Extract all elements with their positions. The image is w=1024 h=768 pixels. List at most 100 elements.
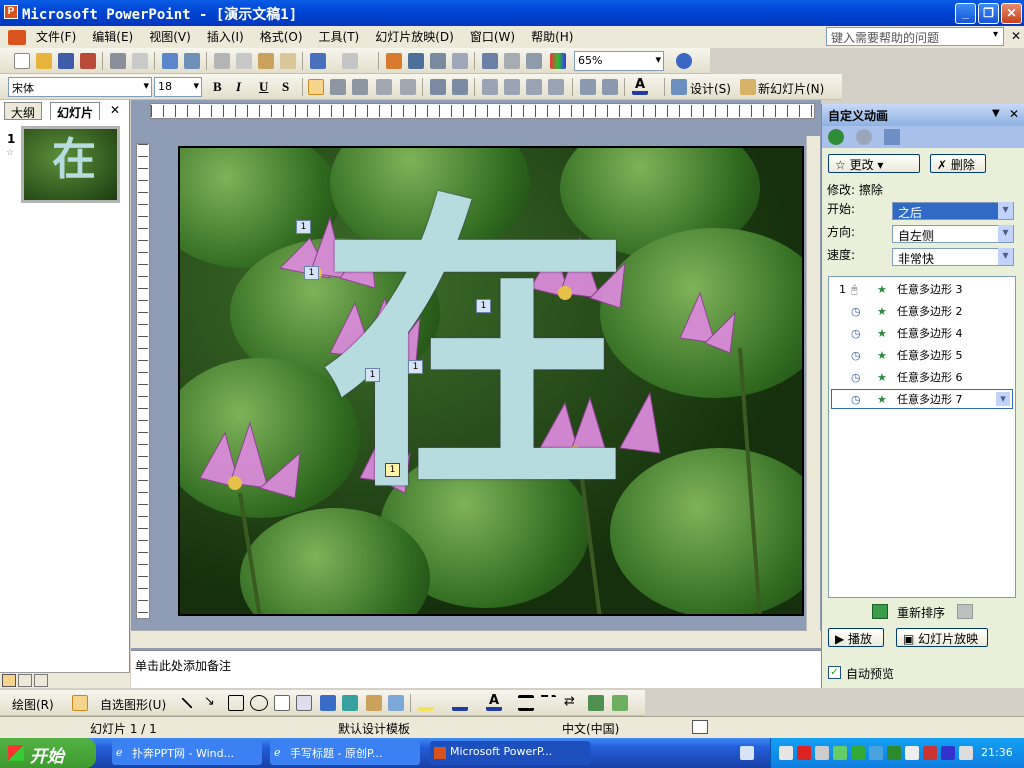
- move-down-icon[interactable]: [957, 604, 973, 619]
- save-icon[interactable]: [58, 53, 74, 69]
- animation-item[interactable]: ◷ ★ 任意多边形 5: [831, 346, 1013, 366]
- vertical-scrollbar[interactable]: [806, 136, 820, 631]
- menu-slideshow[interactable]: 幻灯片放映(D): [375, 27, 454, 47]
- help-icon[interactable]: [676, 53, 692, 69]
- tray-icon-messenger[interactable]: [851, 746, 865, 760]
- line-color-icon[interactable]: [452, 695, 468, 711]
- design-button[interactable]: 设计(S): [690, 80, 731, 97]
- vertical-textbox-icon[interactable]: [296, 695, 312, 711]
- taskbar-item-browser-2[interactable]: ℯ 手写标题 - 原创P...: [270, 741, 420, 765]
- font-select[interactable]: 宋体: [8, 77, 152, 97]
- line-style-icon[interactable]: [518, 695, 534, 711]
- copy-icon[interactable]: [236, 53, 252, 69]
- tray-icon-volume[interactable]: [905, 746, 919, 760]
- print-preview-icon[interactable]: [132, 53, 148, 69]
- tray-icon-app[interactable]: [923, 746, 937, 760]
- close-document-icon[interactable]: ✕: [1011, 29, 1021, 43]
- animation-list[interactable]: 1 🖰 ★ 任意多边形 3 ◷ ★ 任意多边形 2 ◷ ★ 任意多边形 4 ◷ ★ 任意多边形 5…: [828, 276, 1016, 598]
- start-button[interactable]: 开始: [0, 738, 96, 768]
- new-icon[interactable]: [14, 53, 30, 69]
- new-slide-icon[interactable]: [740, 79, 756, 95]
- change-effect-button[interactable]: ☆ 更改 ▾: [828, 154, 920, 173]
- menu-file[interactable]: 文件(F): [36, 27, 76, 47]
- tab-outline[interactable]: 大纲: [4, 102, 43, 120]
- rectangle-icon[interactable]: [228, 695, 244, 711]
- tray-icon-printer[interactable]: [815, 746, 829, 760]
- animation-item[interactable]: ◷ ★ 任意多边形 2: [831, 302, 1013, 322]
- paste-icon[interactable]: [258, 53, 274, 69]
- title-bar[interactable]: P Microsoft PowerPoint - [演示文稿1] _ ❐ ✕: [0, 0, 1024, 26]
- close-pane-icon[interactable]: ✕: [110, 103, 120, 117]
- 3d-style-icon[interactable]: [612, 695, 628, 711]
- forward-icon[interactable]: [856, 129, 872, 145]
- zoom-select[interactable]: 65%: [574, 51, 664, 71]
- animation-tag-selected[interactable]: 1: [385, 463, 400, 477]
- align-left-icon[interactable]: [308, 79, 324, 95]
- normal-view-icon[interactable]: [2, 674, 16, 687]
- clipart-icon[interactable]: [366, 695, 382, 711]
- underline-button[interactable]: U: [259, 79, 268, 95]
- insert-table-icon[interactable]: [408, 53, 424, 69]
- menu-edit[interactable]: 编辑(E): [92, 27, 133, 47]
- autoshapes-menu[interactable]: 自选图形(U): [100, 696, 166, 713]
- diagram-icon[interactable]: [342, 695, 358, 711]
- keyboard-icon[interactable]: [740, 746, 754, 760]
- menu-insert[interactable]: 插入(I): [207, 27, 244, 47]
- dash-style-icon[interactable]: [540, 695, 556, 711]
- restore-button[interactable]: ❐: [978, 3, 999, 24]
- shadow-button[interactable]: S: [282, 79, 289, 95]
- textbox-icon[interactable]: [274, 695, 290, 711]
- subscript-icon[interactable]: [548, 79, 564, 95]
- animation-tag[interactable]: 1: [476, 299, 491, 313]
- distributed-icon[interactable]: [376, 79, 392, 95]
- grid-icon[interactable]: [526, 53, 542, 69]
- speed-select[interactable]: 非常快: [892, 248, 1014, 266]
- home-icon[interactable]: [884, 129, 900, 145]
- tray-icon-input[interactable]: [833, 746, 847, 760]
- fill-color-icon[interactable]: [418, 695, 434, 711]
- align-right-icon[interactable]: [352, 79, 368, 95]
- menu-format[interactable]: 格式(O): [260, 27, 303, 47]
- tray-icon-network[interactable]: [779, 746, 793, 760]
- pane-close-icon[interactable]: ✕: [1009, 107, 1019, 121]
- shadow-style-icon[interactable]: [588, 695, 604, 711]
- increase-indent-icon[interactable]: [602, 79, 618, 95]
- sorter-view-icon[interactable]: [18, 674, 32, 687]
- line-icon[interactable]: [181, 697, 193, 709]
- taskbar-item-powerpoint[interactable]: Microsoft PowerP...: [430, 741, 590, 765]
- tray-icon-antivirus[interactable]: [797, 746, 811, 760]
- tray-icon-shield[interactable]: [887, 746, 901, 760]
- taskbar-item-browser-1[interactable]: ℯ 扑奔PPT网 - Wind...: [112, 741, 262, 765]
- open-icon[interactable]: [36, 53, 52, 69]
- design-icon[interactable]: [671, 79, 687, 95]
- animation-tag[interactable]: 1: [304, 266, 319, 280]
- minimize-button[interactable]: _: [955, 3, 976, 24]
- superscript-icon[interactable]: [526, 79, 542, 95]
- menu-help[interactable]: 帮助(H): [531, 27, 573, 47]
- align-center-icon[interactable]: [330, 79, 346, 95]
- slide-canvas[interactable]: 在 1 1 1 1 1 1: [178, 146, 804, 616]
- font-color-icon[interactable]: A: [632, 78, 648, 95]
- draw-font-color-icon[interactable]: A: [486, 694, 502, 711]
- font-size-select[interactable]: 18: [154, 77, 202, 97]
- spelling-status-icon[interactable]: [692, 720, 708, 734]
- close-button[interactable]: ✕: [1001, 3, 1022, 24]
- slideshow-button[interactable]: ▣ 幻灯片放映: [896, 628, 988, 647]
- animation-tag[interactable]: 1: [296, 220, 311, 234]
- animation-item[interactable]: 1 🖰 ★ 任意多边形 3: [831, 280, 1013, 300]
- bold-button[interactable]: B: [213, 79, 222, 95]
- italic-button[interactable]: I: [236, 79, 241, 95]
- print-icon[interactable]: [110, 53, 126, 69]
- picture-icon[interactable]: [388, 695, 404, 711]
- format-painter-icon[interactable]: [280, 53, 296, 69]
- animation-tag[interactable]: 1: [365, 368, 380, 382]
- select-pointer-icon[interactable]: [72, 695, 88, 711]
- slideshow-view-icon[interactable]: [34, 674, 48, 687]
- start-select[interactable]: 之后: [892, 202, 1014, 220]
- vertical-text-icon[interactable]: [400, 79, 416, 95]
- horizontal-scrollbar[interactable]: [131, 630, 821, 648]
- new-slide-button[interactable]: 新幻灯片(N): [758, 80, 824, 97]
- wordart-icon[interactable]: [320, 695, 336, 711]
- menu-tools[interactable]: 工具(T): [319, 27, 360, 47]
- hyperlink-icon[interactable]: [452, 53, 468, 69]
